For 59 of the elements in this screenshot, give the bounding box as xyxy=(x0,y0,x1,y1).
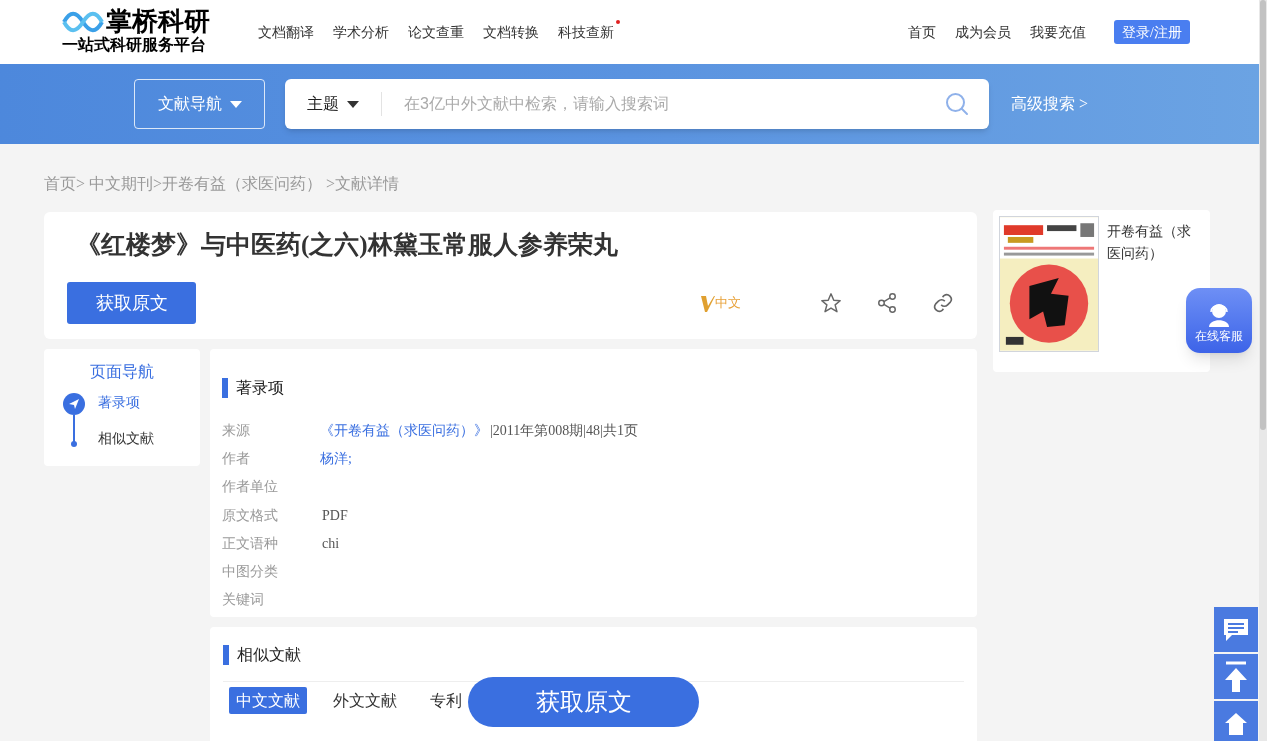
logo-slogan: 一站式科研服务平台 xyxy=(62,35,207,55)
field-label: 正文语种 xyxy=(222,534,279,553)
caret-icon xyxy=(347,100,359,108)
heading-accent-bar xyxy=(222,378,228,398)
field-link[interactable]: 杨洋; xyxy=(320,447,352,469)
field-value: PDF xyxy=(322,506,348,525)
page-nav-item[interactable]: 著录项 xyxy=(98,393,154,413)
share-icon[interactable] xyxy=(876,292,898,314)
field-label: 来源 xyxy=(222,421,251,440)
arrow-up-icon xyxy=(1224,660,1248,693)
get-fulltext-button[interactable]: 获取原文 xyxy=(67,282,196,324)
back-to-top-button[interactable] xyxy=(1214,654,1258,699)
home-button[interactable] xyxy=(1214,701,1258,741)
star-icon[interactable] xyxy=(820,292,842,314)
nav-link[interactable]: 论文查重 xyxy=(408,24,464,40)
heading-accent-bar xyxy=(223,645,229,665)
field-label: 原文格式 xyxy=(222,506,279,525)
floating-get-fulltext-button[interactable]: 获取原文 xyxy=(468,677,699,727)
field-label: 关键词 xyxy=(222,591,265,610)
journal-name[interactable]: 开卷有益（求医问药） xyxy=(1107,221,1204,265)
field-label: 作者 xyxy=(222,449,251,468)
comment-icon xyxy=(1222,616,1250,643)
search-box[interactable]: 主题 在3亿中外文献中检索，请输入搜索词 xyxy=(285,79,989,129)
feedback-button[interactable] xyxy=(1214,607,1258,652)
language-label: 中文 xyxy=(715,294,741,313)
similar-tab[interactable]: 专利 xyxy=(423,687,469,714)
home-icon xyxy=(1224,711,1248,735)
logo-name[interactable]: 掌桥科研 xyxy=(106,9,210,35)
headset-icon xyxy=(1206,301,1232,327)
section-heading: 相似文献 xyxy=(237,645,301,665)
scrollbar-thumb[interactable] xyxy=(1260,0,1266,430)
field-link[interactable]: 《开卷有益（求医问药）》 xyxy=(320,419,488,441)
online-service-button[interactable]: 在线客服 xyxy=(1186,288,1252,353)
v-icon xyxy=(701,294,715,313)
article-title: 《红楼梦》与中医药(之六)林黛玉常服人参养荣丸 xyxy=(76,230,619,261)
field-value: chi xyxy=(322,534,340,553)
logo-icon xyxy=(62,9,104,35)
top-link[interactable]: 首页 xyxy=(908,21,937,43)
similar-tab[interactable]: 外文文献 xyxy=(326,687,404,714)
caret-icon xyxy=(229,100,242,108)
section-heading: 著录项 xyxy=(236,378,284,398)
search-icon[interactable] xyxy=(945,92,969,116)
page-nav-item[interactable]: 相似文献 xyxy=(98,429,154,449)
nav-link[interactable]: 科技查新 xyxy=(558,24,614,40)
login-button[interactable]: 登录/注册 xyxy=(1114,20,1190,44)
nav-link[interactable]: 文档转换 xyxy=(483,24,539,40)
search-scope[interactable]: 主题 xyxy=(307,92,382,116)
nav-link[interactable]: 文档翻译 xyxy=(258,24,314,40)
field-label: 作者单位 xyxy=(222,478,279,497)
nav-link[interactable]: 学术分析 xyxy=(333,24,389,40)
page-nav-title: 页面导航 xyxy=(89,362,155,382)
field-value: |2011年第008期|48|共1页 xyxy=(490,421,638,440)
field-label: 中图分类 xyxy=(222,563,279,582)
top-link[interactable]: 成为会员 xyxy=(955,21,1012,43)
top-link[interactable]: 我要充值 xyxy=(1030,21,1087,43)
search-input[interactable]: 在3亿中外文献中检索，请输入搜索词 xyxy=(404,92,945,116)
similar-tab[interactable]: 中文文献 xyxy=(229,687,307,714)
breadcrumb: 首页> 中文期刊>开卷有益（求医问药） >文献详情 xyxy=(44,174,401,194)
link-icon[interactable] xyxy=(932,292,954,314)
